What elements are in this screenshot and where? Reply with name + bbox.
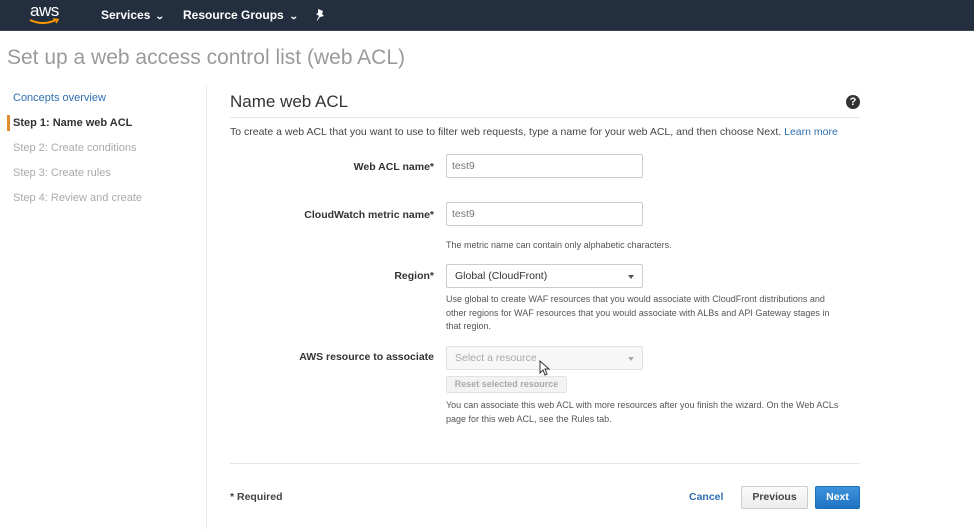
web-acl-name-input[interactable]: test9 bbox=[446, 154, 643, 178]
mouse-cursor-icon bbox=[539, 360, 550, 376]
metric-name-label: CloudWatch metric name* bbox=[304, 209, 434, 221]
sidebar-item-step-3: Step 3: Create rules bbox=[13, 167, 111, 179]
chevron-down-icon: ⌄ bbox=[155, 11, 166, 21]
aws-smile-icon bbox=[29, 18, 60, 24]
next-button[interactable]: Next bbox=[815, 486, 860, 509]
top-navigation-bar: aws Services ⌄ Resource Groups ⌄ bbox=[0, 0, 974, 31]
previous-button[interactable]: Previous bbox=[741, 486, 808, 509]
required-note: * Required bbox=[230, 491, 283, 503]
web-acl-name-label: Web ACL name* bbox=[353, 161, 434, 173]
section-title: Name web ACL bbox=[230, 92, 349, 111]
region-hint: Use global to create WAF resources that … bbox=[446, 294, 830, 331]
metric-name-hint: The metric name can contain only alphabe… bbox=[446, 240, 672, 250]
sidebar-item-step-4: Step 4: Review and create bbox=[13, 192, 143, 204]
chevron-down-icon: ⌄ bbox=[288, 11, 299, 21]
intro-description: To create a web ACL that you want to use… bbox=[230, 126, 782, 138]
resource-label: AWS resource to associate bbox=[299, 351, 434, 363]
caret-down-icon bbox=[628, 357, 634, 361]
region-selected-value: Global (CloudFront) bbox=[455, 270, 548, 282]
resource-placeholder: Select a resource bbox=[455, 352, 537, 364]
resource-groups-menu[interactable]: Resource Groups ⌄ bbox=[183, 8, 299, 24]
section-divider bbox=[230, 117, 860, 118]
cancel-button[interactable]: Cancel bbox=[689, 491, 723, 504]
page-title: Set up a web access control list (web AC… bbox=[7, 46, 406, 69]
learn-more-link[interactable]: Learn more bbox=[784, 126, 838, 138]
services-menu[interactable]: Services ⌄ bbox=[101, 8, 166, 24]
caret-down-icon bbox=[628, 275, 634, 279]
sidebar-item-step-2: Step 2: Create conditions bbox=[13, 142, 137, 154]
aws-logo[interactable]: aws bbox=[28, 2, 62, 28]
active-step-marker bbox=[7, 115, 10, 131]
sidebar-item-step-1[interactable]: Step 1: Name web ACL bbox=[13, 116, 132, 130]
region-label: Region* bbox=[394, 270, 434, 282]
region-select[interactable]: Global (CloudFront) bbox=[446, 264, 643, 288]
pushpin-icon[interactable] bbox=[314, 8, 326, 22]
resource-groups-label: Resource Groups bbox=[183, 8, 284, 22]
footer-divider bbox=[230, 463, 860, 464]
services-label: Services bbox=[101, 8, 151, 22]
metric-name-input[interactable]: test9 bbox=[446, 202, 643, 226]
resource-hint: You can associate this web ACL with more… bbox=[446, 400, 839, 424]
reset-selected-resource-button[interactable]: Reset selected resource bbox=[446, 376, 567, 393]
help-icon[interactable]: ? bbox=[846, 95, 860, 109]
sidebar-item-concepts-overview[interactable]: Concepts overview bbox=[13, 91, 106, 105]
intro-text: To create a web ACL that you want to use… bbox=[230, 126, 838, 139]
